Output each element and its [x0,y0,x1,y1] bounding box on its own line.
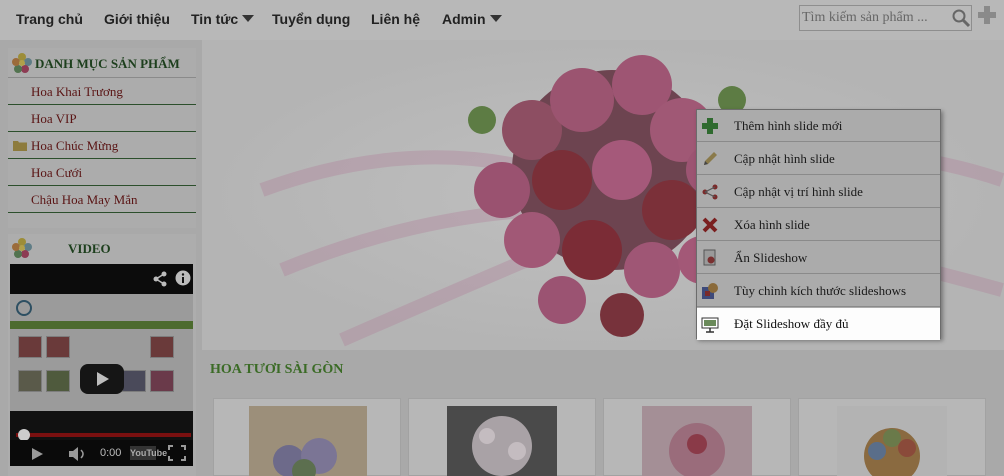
plus-icon [702,118,718,134]
category-sidebar: DANH MỤC SẢN PHẨM Hoa Khai Trương Hoa VI… [8,48,196,228]
sidebar-item-hoa-vip[interactable]: Hoa VIP [8,105,196,132]
thumbnail-product [150,370,174,392]
sidebar-item-label: Hoa Cưới [31,165,83,180]
play-button[interactable] [80,364,124,394]
slideshow-context-menu: Thêm hình slide mới Cập nhật hình slide … [696,109,941,340]
nav-admin[interactable]: Admin [442,11,502,27]
product-image [447,406,557,476]
sidebar-item-hoa-khai-truong[interactable]: Hoa Khai Trương [8,78,196,105]
play-icon[interactable] [30,447,44,461]
video-time: 0:00 [100,447,122,459]
nav-home[interactable]: Trang chủ [16,11,83,27]
sidebar-item-label: Hoa VIP [31,111,77,126]
flower-icon [12,238,32,258]
video-panel: VIDEO 0:00 YouTube [8,234,196,476]
nav-admin-label: Admin [442,11,486,27]
menu-item-resize-slideshow[interactable]: Tùy chỉnh kích thước slideshows [697,275,940,307]
product-image [642,406,752,476]
folder-icon [13,141,27,151]
info-icon[interactable] [175,270,191,286]
menu-item-label: Đặt Slideshow đầy đủ [734,316,849,331]
player-topbar [10,264,193,294]
sidebar-item-label: Chậu Hoa May Mắn [31,192,138,207]
position-icon [702,184,718,200]
top-nav: Trang chủ Giới thiệu Tin tức Tuyển dụng … [0,0,1004,40]
sidebar-header: DANH MỤC SẢN PHẨM [8,48,196,78]
menu-item-add-slide[interactable]: Thêm hình slide mới [697,110,940,142]
menu-item-label: Thêm hình slide mới [734,118,843,133]
site-logo-icon [16,300,32,316]
thumbnail-product [46,336,70,358]
resize-icon [702,283,718,299]
nav-about[interactable]: Giới thiệu [104,11,170,27]
menu-item-label: Ẩn Slideshow [734,250,808,265]
product-card[interactable] [408,398,596,476]
video-title: VIDEO [68,241,111,256]
chevron-down-icon [242,15,255,22]
menu-item-update-slide[interactable]: Cập nhật hình slide [697,143,940,175]
product-card[interactable] [798,398,986,476]
video-progress-bar[interactable] [16,429,191,441]
thumbnail-product [46,370,70,392]
menu-item-label: Tùy chỉnh kích thước slideshows [734,283,907,298]
thumbnail-product [150,336,174,358]
search-box [799,5,972,31]
player-controls: 0:00 YouTube [10,440,193,466]
menu-item-label: Cập nhật vị trí hình slide [734,184,863,199]
nav-news-label: Tin tức [191,11,239,27]
hide-icon [703,249,716,266]
volume-icon[interactable] [68,446,88,462]
product-image [249,406,367,476]
thumbnail-product [18,370,42,392]
menu-item-label: Xóa hình slide [734,217,810,232]
nav-contact[interactable]: Liên hệ [371,11,420,27]
video-thumbnail [10,294,193,411]
sidebar-item-hoa-chuc-mung[interactable]: Hoa Chúc Mừng [8,132,196,159]
menu-item-update-position[interactable]: Cập nhật vị trí hình slide [697,176,940,208]
menu-item-delete-slide[interactable]: Xóa hình slide [697,209,940,241]
delete-x-icon [702,217,718,233]
slideshow-full-icon [701,317,719,333]
sidebar-item-chau-hoa[interactable]: Chậu Hoa May Mắn [8,186,196,213]
menu-item-hide-slideshow[interactable]: Ẩn Slideshow [697,242,940,274]
menu-item-label: Cập nhật hình slide [734,151,835,166]
search-icon[interactable] [951,8,971,28]
chevron-down-icon [489,15,502,22]
sidebar-title: DANH MỤC SẢN PHẨM [35,56,180,71]
product-image [837,406,947,476]
video-player[interactable]: 0:00 YouTube [10,264,193,466]
thumbnail-product [122,370,146,392]
sidebar-item-label: Hoa Khai Trương [31,84,123,99]
product-card[interactable] [213,398,401,476]
nav-careers[interactable]: Tuyển dụng [272,11,350,27]
progress-fill [16,433,191,437]
flower-icon [12,53,32,73]
sidebar-item-label: Hoa Chúc Mừng [31,138,119,153]
fullscreen-icon[interactable] [168,445,186,461]
nav-news[interactable]: Tin tức [191,11,255,27]
menu-item-full-slideshow[interactable]: Đặt Slideshow đầy đủ [697,308,940,340]
sidebar-item-hoa-cuoi[interactable]: Hoa Cưới [8,159,196,186]
thumbnail-product [18,336,42,358]
pencil-icon [704,152,717,165]
share-icon[interactable] [152,271,168,287]
search-input[interactable] [802,8,947,28]
product-card[interactable] [603,398,791,476]
add-icon[interactable] [976,3,998,27]
section-title: HOA TƯƠI SÀI GÒN [210,362,344,377]
thumbnail-menubar [10,321,193,329]
youtube-logo-icon[interactable]: YouTube [130,446,167,460]
